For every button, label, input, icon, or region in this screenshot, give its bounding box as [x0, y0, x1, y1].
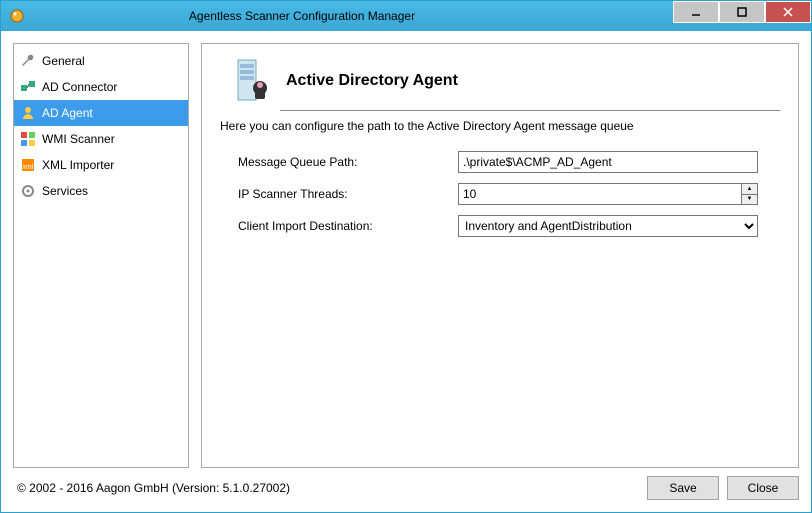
titlebar: Agentless Scanner Configuration Manager	[1, 1, 811, 31]
sidebar-item-general[interactable]: General	[14, 48, 188, 74]
wrench-icon	[20, 53, 36, 69]
ad-connector-icon	[20, 79, 36, 95]
sidebar-item-ad-connector[interactable]: AD Connector	[14, 74, 188, 100]
maximize-button[interactable]	[719, 1, 765, 23]
close-button[interactable]	[765, 1, 811, 23]
minimize-button[interactable]	[673, 1, 719, 23]
threads-spinner[interactable]: ▲ ▼	[458, 183, 758, 205]
wmi-scanner-icon	[20, 131, 36, 147]
save-button[interactable]: Save	[647, 476, 719, 500]
sidebar-item-label: XML Importer	[42, 158, 114, 172]
sidebar-item-label: AD Connector	[42, 80, 117, 94]
threads-down-button[interactable]: ▼	[742, 194, 757, 205]
page-subtitle: Here you can configure the path to the A…	[220, 119, 780, 133]
threads-up-button[interactable]: ▲	[742, 184, 757, 194]
app-icon	[9, 8, 25, 24]
sidebar: General AD Connector AD Agent	[13, 43, 189, 468]
main-panel: Active Directory Agent Here you can conf…	[201, 43, 799, 468]
destination-select[interactable]: Inventory and AgentDistribution	[458, 215, 758, 237]
sidebar-item-xml-importer[interactable]: xml XML Importer	[14, 152, 188, 178]
message-queue-input[interactable]	[458, 151, 758, 173]
window-title: Agentless Scanner Configuration Manager	[31, 9, 673, 23]
destination-label: Client Import Destination:	[238, 219, 458, 233]
sidebar-item-wmi-scanner[interactable]: WMI Scanner	[14, 126, 188, 152]
page-title: Active Directory Agent	[286, 72, 458, 90]
copyright-text: © 2002 - 2016 Aagon GmbH (Version: 5.1.0…	[17, 481, 639, 495]
ad-agent-large-icon	[232, 58, 272, 104]
threads-label: IP Scanner Threads:	[238, 187, 458, 201]
sidebar-item-label: WMI Scanner	[42, 132, 115, 146]
svg-text:xml: xml	[23, 164, 34, 171]
sidebar-item-ad-agent[interactable]: AD Agent	[14, 100, 188, 126]
message-queue-label: Message Queue Path:	[238, 155, 458, 169]
sidebar-item-label: General	[42, 54, 85, 68]
sidebar-item-label: AD Agent	[42, 106, 93, 120]
threads-input[interactable]	[459, 184, 741, 204]
sidebar-item-label: Services	[42, 184, 88, 198]
close-dialog-button[interactable]: Close	[727, 476, 799, 500]
services-icon	[20, 183, 36, 199]
xml-importer-icon: xml	[20, 157, 36, 173]
title-separator	[280, 110, 780, 111]
ad-agent-icon	[20, 105, 36, 121]
sidebar-item-services[interactable]: Services	[14, 178, 188, 204]
